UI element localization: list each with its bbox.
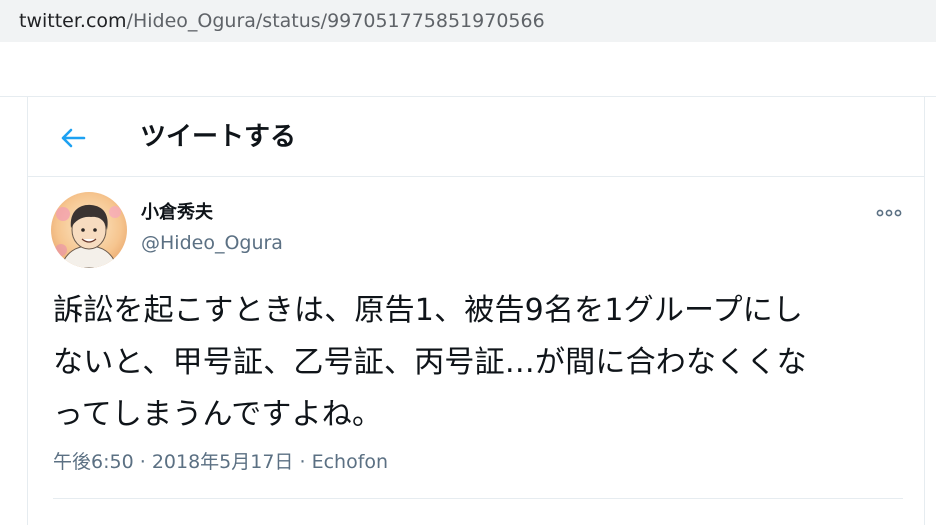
- arrow-left-icon: [61, 128, 86, 148]
- page-header: ツイートする: [28, 97, 924, 177]
- tweet-text-line: ないと、甲号証、乙号証、丙号証…が間に合わなくくな: [53, 345, 807, 380]
- back-button[interactable]: [54, 119, 92, 157]
- url-path: /Hideo_Ogura/status/997051775851970566: [126, 10, 545, 32]
- tweet-time[interactable]: 午後6:50: [53, 451, 134, 473]
- url-text[interactable]: twitter.com/Hideo_Ogura/status/997051775…: [19, 10, 545, 32]
- tweet-text-line: 訴訟を起こすときは、原告1、被告9名を1グループにし: [53, 293, 804, 328]
- avatar-image: [51, 192, 127, 268]
- url-host: twitter.com: [19, 10, 127, 32]
- divider: [53, 498, 903, 499]
- address-bar[interactable]: twitter.com/Hideo_Ogura/status/997051775…: [0, 0, 936, 42]
- more-options-icon: [876, 209, 902, 217]
- avatar[interactable]: [51, 192, 127, 268]
- tweet-column: ツイートする 小倉秀夫 @Hideo_Ogura 訴訟を起こすときは、原告1、被…: [27, 97, 925, 525]
- tweet-date[interactable]: 2018年5月17日: [152, 451, 294, 473]
- tweet-text: 訴訟を起こすときは、原告1、被告9名を1グループにし ないと、甲号証、乙号証、丙…: [53, 285, 913, 441]
- tweet-text-line: ってしまうんですよね。: [53, 397, 383, 432]
- tweet-source[interactable]: Echofon: [312, 451, 388, 473]
- author-handle[interactable]: @Hideo_Ogura: [141, 230, 283, 256]
- separator: ·: [299, 451, 306, 473]
- page-title: ツイートする: [140, 122, 297, 152]
- separator: ·: [139, 451, 146, 473]
- author-name[interactable]: 小倉秀夫: [141, 201, 213, 225]
- tweet-metadata: 午後6:50 · 2018年5月17日 · Echofon: [53, 448, 388, 476]
- more-button[interactable]: [874, 201, 904, 225]
